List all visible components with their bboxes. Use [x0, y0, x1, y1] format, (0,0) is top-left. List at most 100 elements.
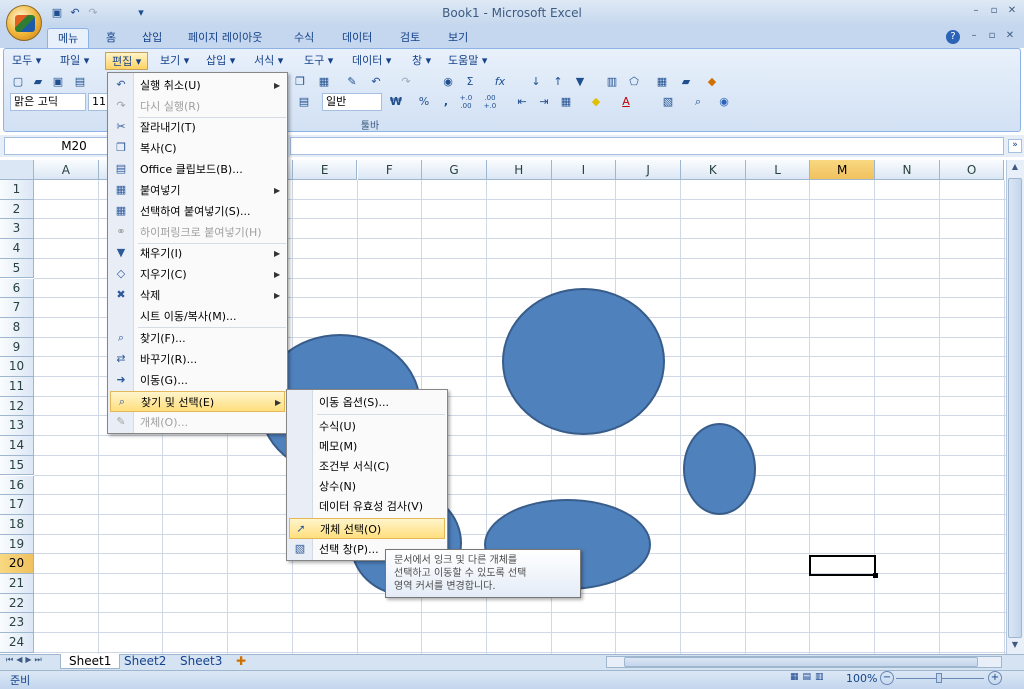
- qat-customize-icon[interactable]: ▾: [134, 6, 148, 20]
- row-header[interactable]: 17: [0, 495, 34, 515]
- edit-menu-item[interactable]: ⇄ 바꾸기(R)...: [110, 349, 285, 370]
- edit-menu-item[interactable]: ▤ Office 클립보드(B)...: [110, 159, 285, 180]
- menu-edit[interactable]: 편집 ▾: [105, 52, 149, 70]
- row-header[interactable]: 4: [0, 239, 34, 259]
- view-buttons-icon[interactable]: ▦▤▥: [790, 672, 840, 686]
- new-icon[interactable]: ▢: [10, 74, 26, 90]
- tab-formulas[interactable]: 수식: [284, 28, 324, 48]
- row-header[interactable]: 21: [0, 574, 34, 594]
- scroll-down-icon[interactable]: ▼: [1008, 640, 1022, 652]
- edit-menu-item[interactable]: ✖ 삭제 ▶: [110, 285, 285, 306]
- currency-icon[interactable]: ₩: [388, 94, 404, 110]
- edit-menu-item[interactable]: ▦ 붙여넣기 ▶: [110, 180, 285, 201]
- row-header[interactable]: 1: [0, 180, 34, 200]
- save-toolbar-icon[interactable]: ▣: [50, 74, 66, 90]
- tab-view[interactable]: 보기: [438, 28, 478, 48]
- font-size-combo[interactable]: 11: [88, 93, 108, 111]
- help-toolbar-icon[interactable]: ◉: [716, 94, 732, 110]
- edit-menu-item[interactable]: ↷ 다시 실행(R): [110, 96, 285, 117]
- comma-icon[interactable]: ,: [438, 94, 454, 110]
- edit-menu-item[interactable]: ▼ 채우기(I) ▶: [110, 243, 285, 264]
- row-header[interactable]: 5: [0, 258, 34, 279]
- scroll-up-icon[interactable]: ▲: [1008, 162, 1022, 176]
- menu-all[interactable]: 모두 ▾: [6, 52, 47, 70]
- column-header[interactable]: G: [422, 160, 487, 180]
- menu-data[interactable]: 데이터 ▾: [346, 52, 397, 70]
- find-select-item[interactable]: 메모(M): [289, 436, 445, 457]
- row-header[interactable]: 9: [0, 337, 34, 358]
- decrease-decimal-icon[interactable]: .00 +.0: [482, 94, 498, 110]
- oval-shape-2[interactable]: [502, 288, 665, 435]
- print-icon[interactable]: ▤: [72, 74, 88, 90]
- menu-tools[interactable]: 도구 ▾: [298, 52, 339, 70]
- column-header[interactable]: O: [939, 160, 1005, 180]
- edit-menu-item[interactable]: ✂ 잘라내기(T): [110, 117, 285, 138]
- zoom-slider-thumb[interactable]: [936, 673, 942, 683]
- zoom-out-icon[interactable]: −: [880, 671, 894, 685]
- active-cell[interactable]: [809, 555, 876, 576]
- hyperlink-icon[interactable]: ◉: [440, 74, 456, 90]
- sort-asc-icon[interactable]: ↓: [528, 74, 544, 90]
- redo-icon[interactable]: ↷: [86, 6, 100, 20]
- row-header[interactable]: 23: [0, 613, 34, 634]
- function-icon[interactable]: fx: [492, 74, 508, 90]
- row-header[interactable]: 8: [0, 317, 34, 338]
- select-all-corner[interactable]: [0, 160, 34, 180]
- find-select-item[interactable]: 조건부 서식(C): [289, 456, 445, 477]
- font-color-icon[interactable]: A: [618, 94, 634, 110]
- page-setup-icon[interactable]: ▧: [660, 94, 676, 110]
- row-header[interactable]: 15: [0, 455, 34, 476]
- menu-help[interactable]: 도움말 ▾: [442, 52, 493, 70]
- find-select-item[interactable]: ➚ 개체 선택(O): [289, 518, 445, 539]
- autosum-icon[interactable]: Σ: [462, 74, 478, 90]
- column-header[interactable]: A: [34, 160, 99, 180]
- redo-toolbar-icon[interactable]: ↷: [398, 74, 414, 90]
- sort-desc-icon[interactable]: ↑: [550, 74, 566, 90]
- edit-menu-item[interactable]: 시트 이동/복사(M)...: [110, 306, 285, 327]
- folder-icon[interactable]: ▰: [678, 74, 694, 90]
- horizontal-scroll-thumb[interactable]: [624, 657, 978, 667]
- edit-menu-item[interactable]: ↶ 실행 취소(U) ▶: [110, 75, 285, 96]
- row-header[interactable]: 19: [0, 534, 34, 555]
- sheet-nav-icons[interactable]: ⏮◀▶⏭: [6, 655, 60, 669]
- tab-review[interactable]: 검토: [390, 28, 430, 48]
- zoom-icon[interactable]: ⌕: [690, 94, 706, 110]
- row-header[interactable]: 10: [0, 357, 34, 377]
- zoom-in-icon[interactable]: +: [988, 671, 1002, 685]
- edit-menu-item[interactable]: ⌕ 찾기(F)...: [110, 328, 285, 349]
- row-header[interactable]: 13: [0, 416, 34, 437]
- minimize-icon[interactable]: –: [968, 5, 984, 19]
- row-header[interactable]: 3: [0, 219, 34, 240]
- fill-handle[interactable]: [873, 573, 878, 578]
- row-header[interactable]: 7: [0, 298, 34, 318]
- row-header[interactable]: 6: [0, 278, 34, 299]
- drawing-icon[interactable]: ⬠: [626, 74, 642, 90]
- vertical-scroll-thumb[interactable]: [1008, 178, 1022, 638]
- edit-menu-item[interactable]: ⌕ 찾기 및 선택(E) ▶: [110, 391, 285, 412]
- find-select-item[interactable]: 상수(N): [289, 476, 445, 497]
- borders-icon[interactable]: ▦: [558, 94, 574, 110]
- find-select-item[interactable]: 수식(U): [289, 416, 445, 437]
- expand-formula-icon[interactable]: »: [1008, 139, 1022, 153]
- find-select-item[interactable]: 데이터 유효성 검사(V): [289, 496, 445, 517]
- smartart-icon[interactable]: ◆: [704, 74, 720, 90]
- row-header[interactable]: 16: [0, 475, 34, 496]
- sheet-tab-2[interactable]: Sheet2: [116, 654, 174, 669]
- help-icon[interactable]: ?: [946, 30, 960, 44]
- insert-sheet-icon[interactable]: ✚: [228, 654, 254, 669]
- oval-shape-3[interactable]: [683, 423, 756, 515]
- row-header[interactable]: 11: [0, 377, 34, 397]
- office-button[interactable]: [6, 5, 42, 41]
- tab-menu[interactable]: 메뉴: [47, 28, 90, 48]
- copy-toolbar-icon[interactable]: ❐: [292, 74, 308, 90]
- edit-menu-item[interactable]: ◇ 지우기(C) ▶: [110, 264, 285, 285]
- format-painter-icon[interactable]: ✎: [344, 74, 360, 90]
- merge-center-icon[interactable]: ▤: [296, 94, 312, 110]
- font-name-combo[interactable]: 맑은 고딕: [10, 93, 86, 111]
- zoom-level[interactable]: 100%: [846, 672, 877, 685]
- tab-page-layout[interactable]: 페이지 레이아웃: [178, 28, 272, 48]
- column-header[interactable]: K: [681, 160, 746, 180]
- edit-menu-item[interactable]: ❐ 복사(C): [110, 138, 285, 159]
- row-header[interactable]: 24: [0, 633, 34, 653]
- paste-toolbar-icon[interactable]: ▦: [316, 74, 332, 90]
